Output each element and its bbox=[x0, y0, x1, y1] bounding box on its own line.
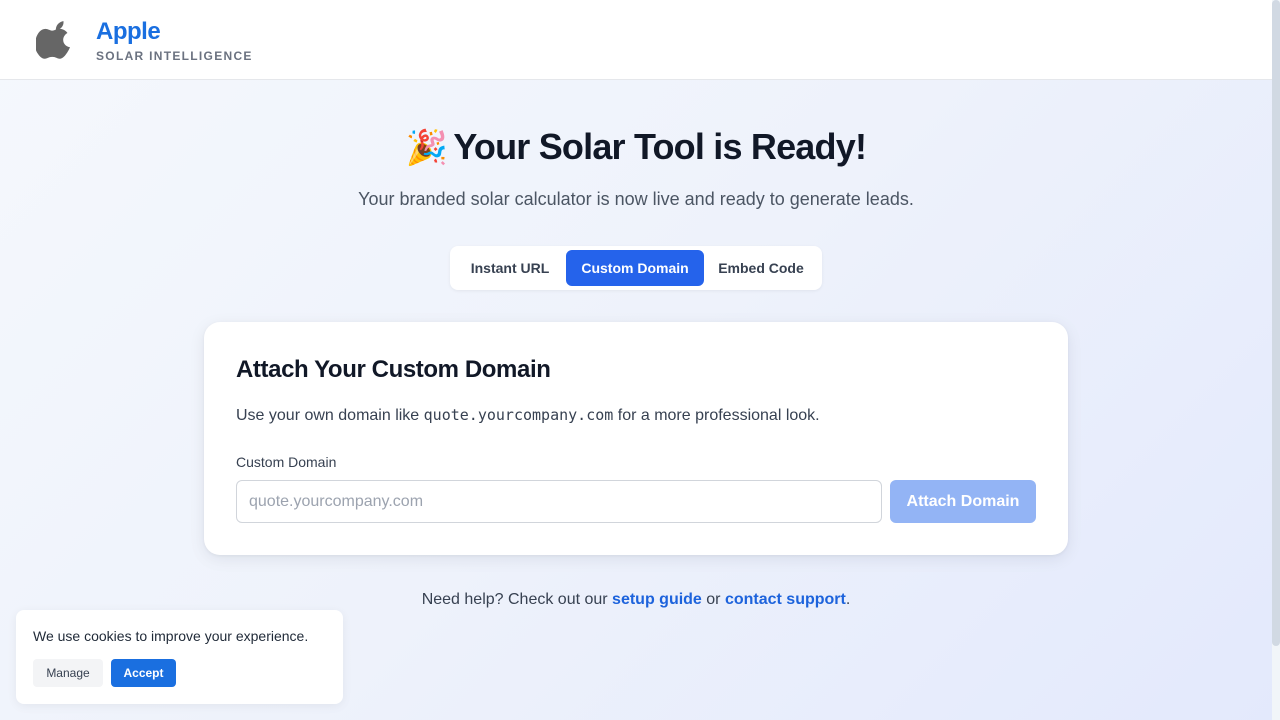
scrollbar-thumb[interactable] bbox=[1272, 0, 1280, 646]
brand-subtitle: SOLAR INTELLIGENCE bbox=[96, 49, 253, 63]
custom-domain-label: Custom Domain bbox=[236, 454, 337, 470]
card-description: Use your own domain like quote.yourcompa… bbox=[236, 406, 820, 425]
tab-embed-code[interactable]: Embed Code bbox=[704, 250, 818, 286]
attach-domain-button[interactable]: Attach Domain bbox=[890, 480, 1036, 523]
party-popper-icon: 🎉 bbox=[405, 129, 448, 167]
setup-guide-link[interactable]: setup guide bbox=[612, 591, 702, 608]
manage-cookies-button[interactable]: Manage bbox=[33, 659, 103, 687]
desc-text-before: Use your own domain like bbox=[236, 407, 424, 424]
custom-domain-card: Attach Your Custom Domain Use your own d… bbox=[204, 322, 1068, 555]
help-middle: or bbox=[701, 591, 725, 608]
page-subtitle: Your branded solar calculator is now liv… bbox=[358, 189, 914, 209]
cookie-message: We use cookies to improve your experienc… bbox=[33, 628, 309, 644]
deployment-tabs: Instant URL Custom Domain Embed Code bbox=[450, 246, 822, 290]
site-header: Apple SOLAR INTELLIGENCE bbox=[0, 0, 1272, 80]
help-prefix: Need help? Check out our bbox=[421, 591, 613, 608]
page-title-text: Your Solar Tool is Ready! bbox=[453, 126, 867, 167]
page-scrollbar[interactable] bbox=[1272, 0, 1280, 720]
brand-name[interactable]: Apple bbox=[96, 18, 161, 46]
custom-domain-input[interactable] bbox=[236, 480, 882, 523]
page-title: 🎉 Your Solar Tool is Ready! bbox=[0, 126, 1272, 168]
tab-custom-domain[interactable]: Custom Domain bbox=[566, 250, 704, 286]
cookie-banner: We use cookies to improve your experienc… bbox=[16, 610, 343, 704]
help-suffix: . bbox=[845, 591, 851, 608]
help-text: Need help? Check out our setup guide or … bbox=[0, 591, 1272, 609]
accept-cookies-button[interactable]: Accept bbox=[111, 659, 176, 687]
tab-instant-url[interactable]: Instant URL bbox=[454, 250, 566, 286]
example-domain-code: quote.yourcompany.com bbox=[423, 406, 614, 424]
card-title: Attach Your Custom Domain bbox=[236, 356, 551, 383]
apple-logo-icon[interactable] bbox=[36, 16, 76, 64]
desc-text-after: for a more professional look. bbox=[613, 407, 820, 424]
contact-support-link[interactable]: contact support bbox=[725, 591, 846, 608]
